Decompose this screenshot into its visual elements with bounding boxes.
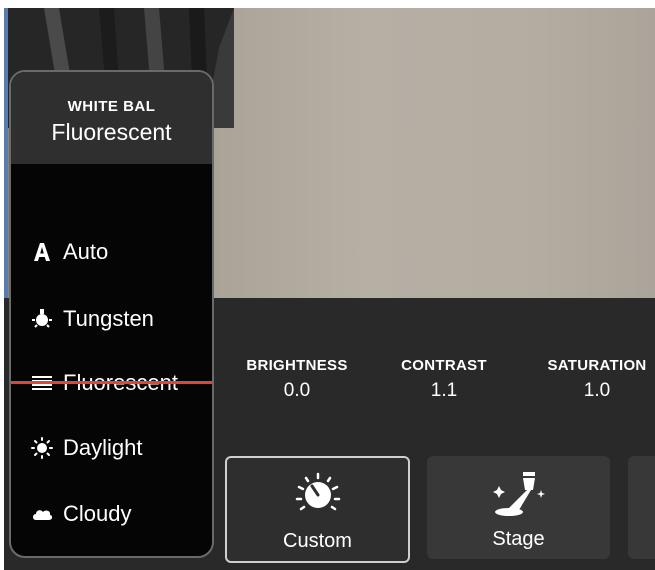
tungsten-bulb-icon <box>31 308 53 330</box>
dial-icon <box>295 472 341 523</box>
wb-option-daylight[interactable]: Daylight <box>31 430 142 466</box>
spotlight-icon <box>489 470 549 523</box>
selected-strike-indicator <box>11 381 212 384</box>
white-balance-current-value: Fluorescent <box>51 119 172 145</box>
saturation-label: SATURATION <box>547 357 647 374</box>
brightness-label: BRIGHTNESS <box>246 357 348 374</box>
stage-mode-label: Stage <box>492 528 545 550</box>
stage-mode-button[interactable]: Stage <box>427 456 610 559</box>
white-balance-title: WHITE BAL <box>67 98 156 115</box>
wb-option-auto[interactable]: Auto <box>31 234 108 270</box>
brightness-control[interactable]: BRIGHTNESS 0.0 <box>232 357 362 402</box>
wb-option-label: Auto <box>63 239 109 264</box>
wb-option-cloudy[interactable]: Cloudy <box>31 496 131 532</box>
custom-mode-button[interactable]: Custom <box>225 456 410 563</box>
brightness-value: 0.0 <box>283 380 311 401</box>
auto-letter-icon <box>31 241 53 263</box>
contrast-control[interactable]: CONTRAST 1.1 <box>389 357 499 402</box>
saturation-value: 1.0 <box>583 380 611 401</box>
sun-icon <box>31 437 53 459</box>
wb-option-label: Tungsten <box>63 306 154 331</box>
cloud-icon <box>31 503 53 525</box>
wb-option-label: Daylight <box>63 435 143 460</box>
contrast-label: CONTRAST <box>401 357 487 374</box>
contrast-value: 1.1 <box>430 380 458 401</box>
next-mode-button[interactable] <box>628 456 655 559</box>
wb-option-label: Cloudy <box>63 501 132 526</box>
wb-option-tungsten[interactable]: Tungsten <box>31 301 154 337</box>
custom-mode-label: Custom <box>283 530 352 552</box>
white-balance-panel: WHITE BAL Fluorescent Auto Tungsten Fluo… <box>9 70 214 558</box>
saturation-control[interactable]: SATURATION 1.0 <box>532 357 655 402</box>
white-balance-header: WHITE BAL Fluorescent <box>11 72 212 164</box>
